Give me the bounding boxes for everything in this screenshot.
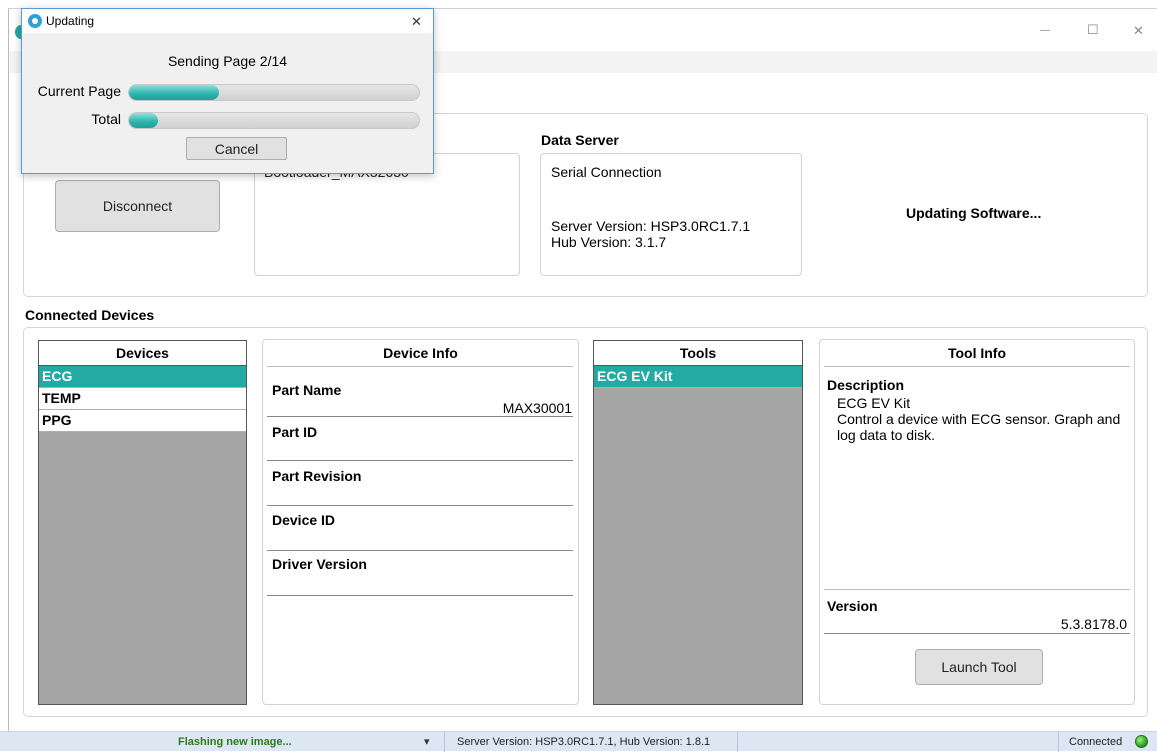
disconnect-button[interactable]: Disconnect xyxy=(55,180,220,232)
description-title: ECG EV Kit xyxy=(837,395,911,411)
updating-dialog: Updating ✕ Sending Page 2/14 Current Pag… xyxy=(21,8,434,174)
current-page-progress-fill xyxy=(129,85,219,100)
status-versions: Server Version: HSP3.0RC1.7.1, Hub Versi… xyxy=(457,736,711,748)
total-progress xyxy=(128,112,420,129)
devices-header: Devices xyxy=(39,341,246,366)
launch-tool-button[interactable]: Launch Tool xyxy=(915,649,1043,685)
status-separator xyxy=(737,732,738,752)
divider xyxy=(824,633,1130,634)
tools-header: Tools xyxy=(594,341,802,366)
device-info-panel: Device Info Part Name MAX30001 Part ID P… xyxy=(262,339,579,705)
part-revision-label: Part Revision xyxy=(272,468,362,484)
part-name-label: Part Name xyxy=(272,382,342,398)
gear-icon xyxy=(28,14,42,28)
data-server-title: Data Server xyxy=(541,132,619,148)
description-text: Control a device with ECG sensor. Graph … xyxy=(837,411,1121,443)
devices-list[interactable]: Devices ECG TEMP PPG xyxy=(38,340,247,705)
part-id-label: Part ID xyxy=(272,424,318,440)
divider xyxy=(267,460,573,461)
description-label: Description xyxy=(827,377,905,393)
minimize-button[interactable]: — xyxy=(1040,25,1050,36)
list-item-ppg[interactable]: PPG xyxy=(39,410,246,432)
tool-info-panel: Tool Info Description ECG EV Kit Control… xyxy=(819,339,1135,705)
serial-connection-text: Serial Connection xyxy=(551,164,662,180)
version-value: 5.3.8178.0 xyxy=(1060,616,1127,632)
list-item-temp[interactable]: TEMP xyxy=(39,388,246,410)
divider xyxy=(824,366,1130,367)
status-message: Flashing new image... xyxy=(178,736,292,748)
list-item-ecg-ev-kit[interactable]: ECG EV Kit xyxy=(594,366,802,388)
part-name-value: MAX30001 xyxy=(502,400,572,416)
maximize-button[interactable]: ☐ xyxy=(1087,22,1099,38)
connection-status-text: Connected xyxy=(1069,736,1123,748)
current-page-label: Current Page xyxy=(37,83,121,99)
close-icon[interactable]: ✕ xyxy=(411,14,422,30)
current-page-progress xyxy=(128,84,420,101)
tools-list[interactable]: Tools ECG EV Kit xyxy=(593,340,803,705)
divider xyxy=(267,550,573,551)
divider xyxy=(267,366,573,367)
driver-version-label: Driver Version xyxy=(272,556,367,572)
connected-devices-title: Connected Devices xyxy=(25,307,155,323)
divider xyxy=(267,416,573,417)
tool-info-header: Tool Info xyxy=(947,345,1007,361)
server-version-text: Server Version: HSP3.0RC1.7.1 xyxy=(551,218,751,234)
device-info-header: Device Info xyxy=(383,345,458,361)
divider xyxy=(267,595,573,596)
dialog-title: Updating xyxy=(46,14,95,28)
chevron-down-icon[interactable]: ▾ xyxy=(424,735,430,748)
hub-version-text: Hub Version: 3.1.7 xyxy=(551,234,667,250)
status-separator xyxy=(444,732,445,752)
divider xyxy=(267,505,573,506)
close-window-button[interactable]: ✕ xyxy=(1133,23,1144,39)
status-bar: Flashing new image... ▾ Server Version: … xyxy=(0,731,1157,752)
sending-status: Sending Page 2/14 xyxy=(167,53,288,69)
list-item-ecg[interactable]: ECG xyxy=(39,366,246,388)
data-server-box: Serial Connection Server Version: HSP3.0… xyxy=(540,153,802,276)
version-label: Version xyxy=(827,598,878,614)
status-separator xyxy=(1058,732,1059,752)
total-progress-fill xyxy=(129,113,158,128)
updating-status-text: Updating Software... xyxy=(906,205,1042,221)
connected-led-icon xyxy=(1135,735,1148,748)
divider xyxy=(824,589,1130,590)
cancel-button[interactable]: Cancel xyxy=(186,137,287,160)
total-label: Total xyxy=(91,111,121,127)
device-id-label: Device ID xyxy=(272,512,336,528)
dialog-title-bar: Updating ✕ xyxy=(22,9,433,33)
